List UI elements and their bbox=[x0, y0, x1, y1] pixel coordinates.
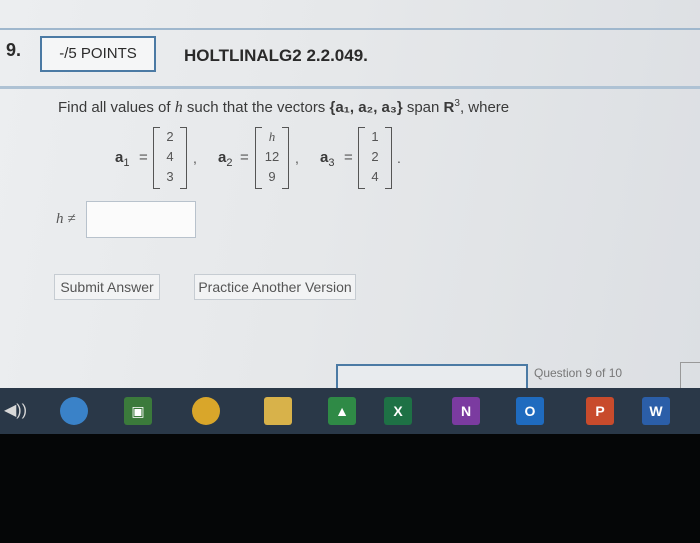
prompt-var-h: h bbox=[174, 99, 183, 116]
comma: , bbox=[193, 150, 197, 166]
prompt-text-1: Find all values of bbox=[58, 99, 175, 116]
speaker-icon[interactable]: ◀)) bbox=[4, 400, 27, 420]
vector-a3-matrix: 1 2 4 bbox=[358, 127, 392, 189]
question-code: HOLTLINALG2 2.2.049. bbox=[184, 46, 368, 65]
answer-input[interactable] bbox=[86, 201, 196, 238]
question-count: Question 9 of 10 bbox=[534, 366, 623, 380]
vector-a3-label: a3 bbox=[320, 149, 335, 169]
prompt-span-word: span bbox=[402, 99, 444, 116]
vector-a2-label: a2 bbox=[218, 149, 233, 169]
matrix-entry: 9 bbox=[268, 169, 276, 184]
submit-answer-button[interactable]: Submit Answer bbox=[54, 274, 160, 300]
prompt-text-end: , where bbox=[459, 99, 510, 116]
vector-a1-label: a1 bbox=[115, 149, 130, 169]
question-prompt: Find all values of h such that the vecto… bbox=[58, 98, 509, 117]
points-badge: -/5 POINTS bbox=[40, 36, 156, 72]
equals-sign: = bbox=[344, 149, 353, 166]
matrix-entry: 4 bbox=[166, 149, 174, 164]
matrix-entry: h bbox=[268, 129, 276, 144]
monitor-bezel bbox=[0, 434, 700, 543]
prompt-text-2: such that the vectors bbox=[182, 99, 330, 116]
edge-icon[interactable] bbox=[60, 397, 88, 425]
practice-another-version-button[interactable]: Practice Another Version bbox=[194, 274, 356, 300]
matrix-entry: 4 bbox=[371, 169, 379, 184]
outlook-icon[interactable]: O bbox=[516, 397, 544, 425]
matrix-entry: 12 bbox=[264, 149, 280, 164]
matrix-entry: 2 bbox=[166, 129, 174, 144]
equals-sign: = bbox=[139, 149, 148, 166]
word-icon[interactable]: W bbox=[642, 397, 670, 425]
view-previous-question-button[interactable] bbox=[336, 364, 528, 388]
onenote-icon[interactable]: N bbox=[452, 397, 480, 425]
vector-a2-matrix: h 12 9 bbox=[255, 127, 289, 189]
period: . bbox=[397, 150, 401, 166]
powerpoint-icon[interactable]: P bbox=[586, 397, 614, 425]
prompt-vector-set: {a₁, a₂, a₃} bbox=[329, 99, 403, 116]
equals-sign: = bbox=[240, 149, 249, 166]
store-icon[interactable]: ▣ bbox=[124, 397, 152, 425]
question-number: 9. bbox=[6, 40, 22, 60]
answer-label: h ≠ bbox=[56, 211, 76, 227]
next-button-fragment[interactable] bbox=[680, 362, 700, 390]
prompt-space: R bbox=[443, 99, 455, 116]
chrome-icon[interactable] bbox=[192, 397, 220, 425]
matrix-entry: 1 bbox=[371, 129, 379, 144]
matrix-entry: 2 bbox=[371, 149, 379, 164]
file-explorer-icon[interactable] bbox=[264, 397, 292, 425]
top-divider bbox=[0, 28, 700, 30]
comma: , bbox=[295, 150, 299, 166]
excel-icon[interactable]: X bbox=[384, 397, 412, 425]
google-drive-icon[interactable]: ▲ bbox=[328, 397, 356, 425]
header-divider bbox=[0, 86, 700, 89]
matrix-entry: 3 bbox=[166, 169, 174, 184]
vector-a1-matrix: 2 4 3 bbox=[153, 127, 187, 189]
